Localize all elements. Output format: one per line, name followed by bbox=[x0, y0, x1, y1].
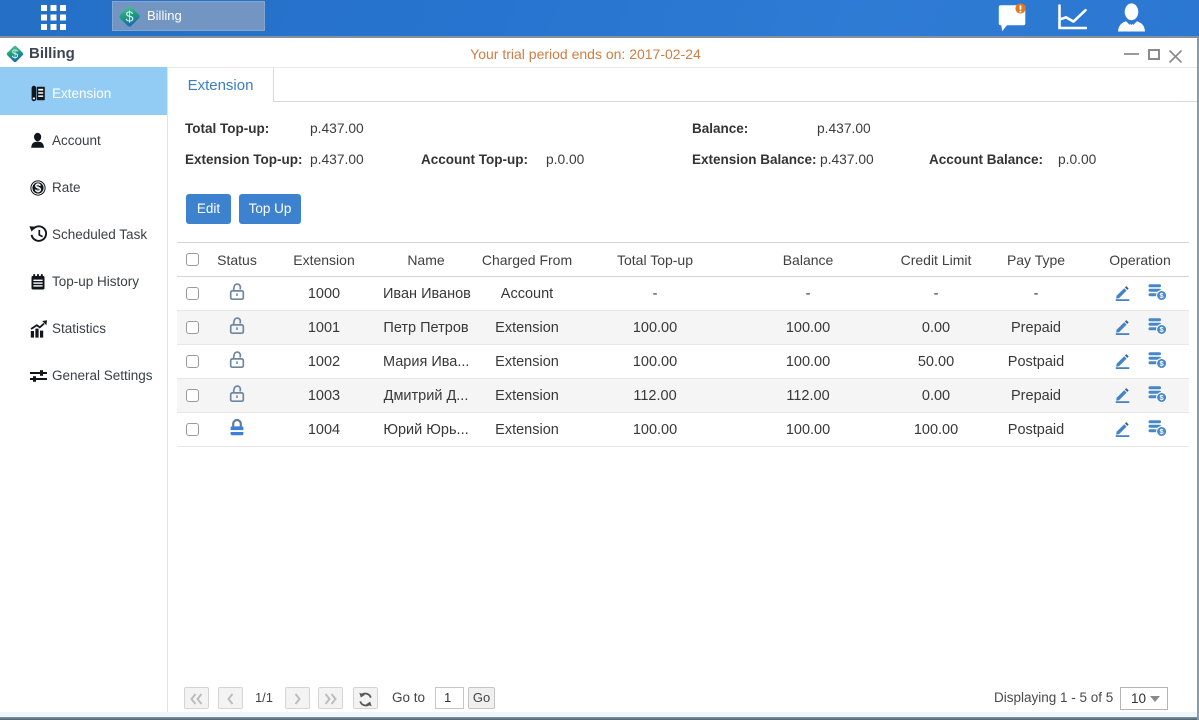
svg-text:$: $ bbox=[125, 10, 133, 26]
svg-text:$: $ bbox=[35, 183, 42, 195]
